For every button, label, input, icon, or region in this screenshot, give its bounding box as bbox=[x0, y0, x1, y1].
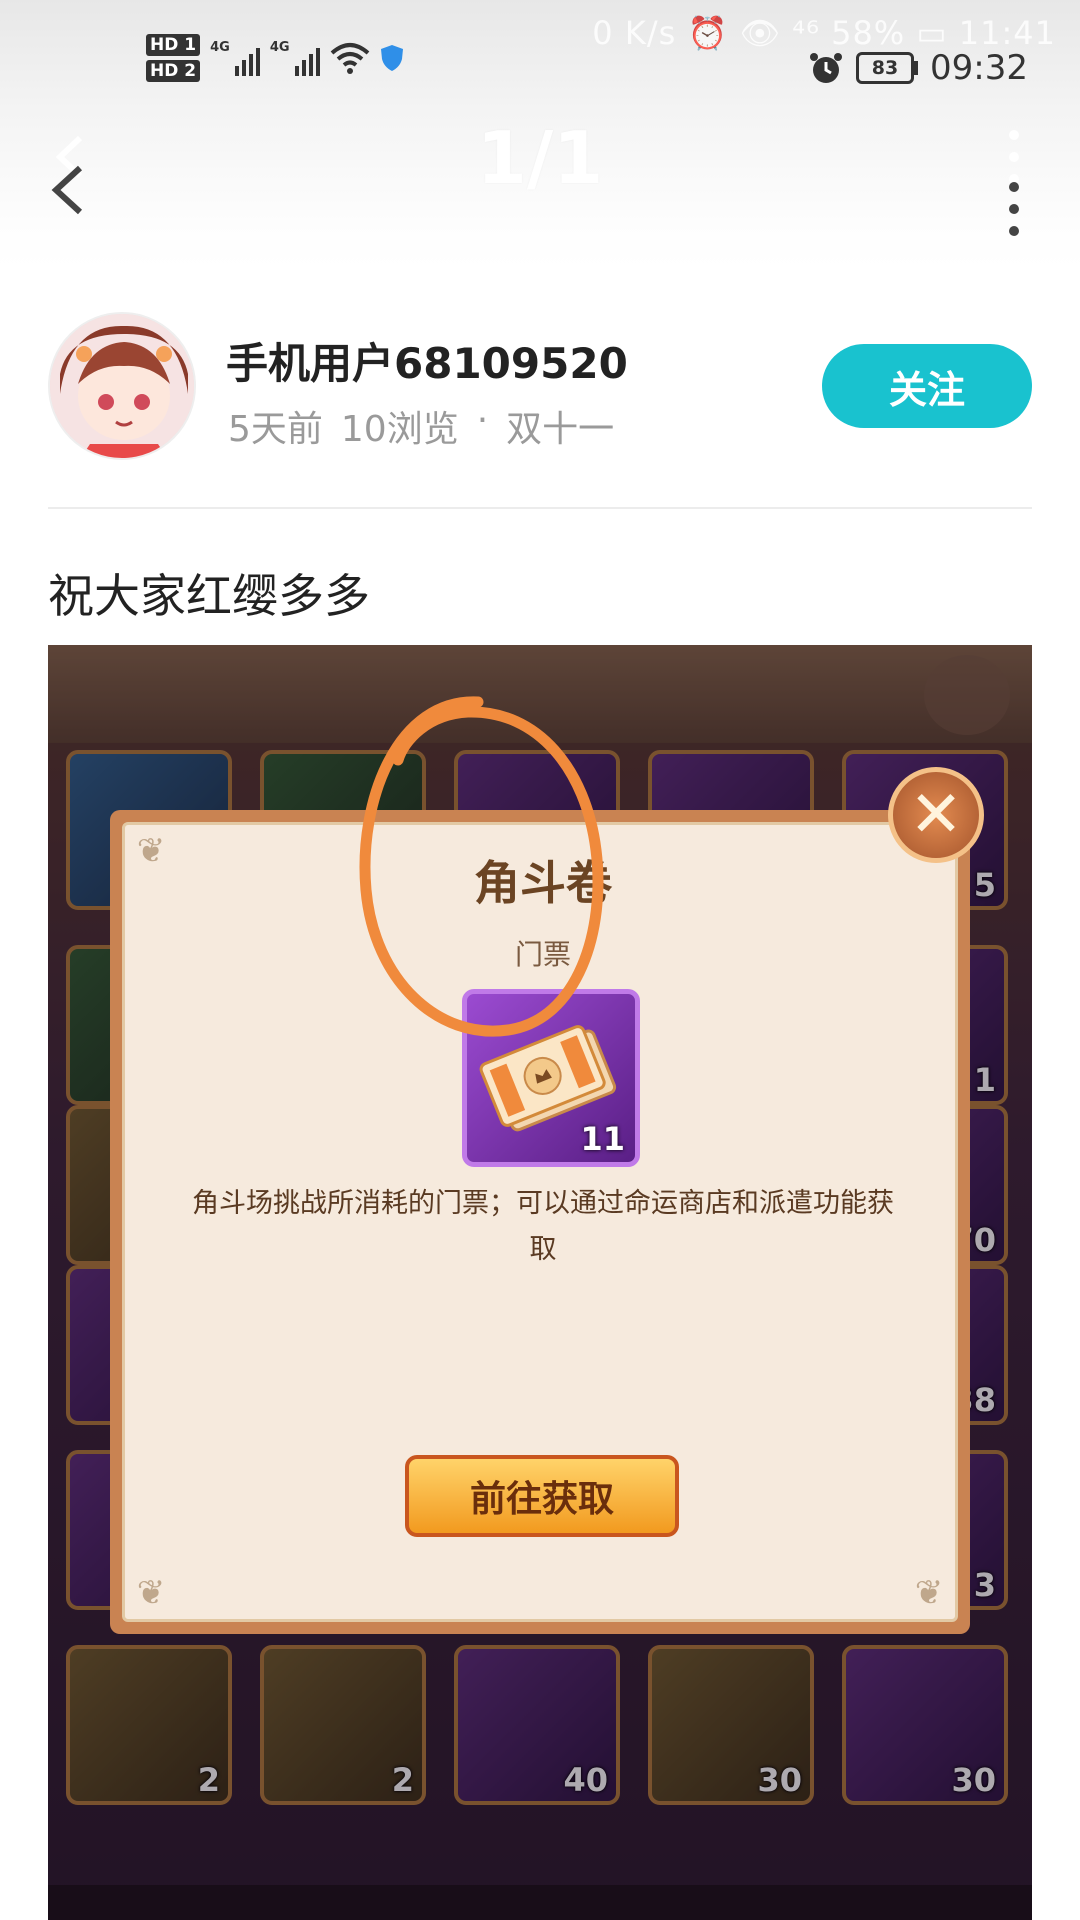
username[interactable]: 手机用户68109520 bbox=[226, 330, 628, 391]
item-count: 11 bbox=[580, 1120, 625, 1158]
status-right: 83 09:32 bbox=[808, 48, 1028, 88]
hd1-badge: HD 1 bbox=[146, 34, 201, 56]
description-line-1: 角斗场挑战所消耗的门票；可以通过命运商店和派遣功能获 bbox=[192, 1188, 894, 1219]
battery-icon: 83 bbox=[856, 52, 919, 84]
hd-tags: HD 1 HD 2 bbox=[146, 34, 201, 82]
corner-ornament-icon: ❦ bbox=[136, 1573, 166, 1613]
go-obtain-button[interactable]: 前往获取 bbox=[405, 1455, 679, 1537]
status-ghost-text: 0 K/s ⏰ 👁 ⁴⁶ 58% ▭ 11:41 bbox=[592, 14, 1056, 52]
avatar[interactable] bbox=[48, 312, 196, 460]
status-time: 09:32 bbox=[930, 48, 1028, 88]
view-count: 10浏览 bbox=[340, 409, 459, 450]
page-indicator: 1/1 bbox=[476, 116, 604, 200]
post-image[interactable]: 5 1 70 38 3 2 2 40 30 30 ❦ ❦ ❦ 角斗卷 门票 11… bbox=[48, 645, 1032, 1920]
network-label-1: 4G bbox=[210, 40, 230, 55]
network-label-2: 4G bbox=[269, 40, 290, 55]
time-ago: 5天前 bbox=[228, 409, 323, 450]
corner-ornament-icon: ❦ bbox=[914, 1573, 944, 1613]
status-left: HD 1 HD 2 4G 4G bbox=[146, 34, 404, 82]
follow-button[interactable]: 关注 bbox=[822, 344, 1032, 428]
meta-separator: · bbox=[476, 400, 489, 441]
more-button[interactable] bbox=[998, 150, 1028, 250]
nav-bar: 1/1 bbox=[0, 110, 1080, 270]
signal-icon-2: 4G bbox=[270, 40, 320, 76]
battery-level: 83 bbox=[856, 52, 915, 84]
annotation-circle bbox=[359, 696, 604, 1037]
description-line-2: 取 bbox=[529, 1234, 557, 1265]
hd2-badge: HD 2 bbox=[146, 60, 201, 82]
signal-icon-1: 4G bbox=[210, 40, 260, 76]
status-bar: HD 1 HD 2 4G 4G 0 K/s ⏰ 👁 ⁴⁶ 58% ▭ 11:41 bbox=[0, 0, 1080, 110]
close-icon[interactable]: ✕ bbox=[888, 767, 984, 863]
post-title: 祝大家红缨多多 bbox=[48, 569, 370, 623]
post-meta: 5天前 10浏览 · 双十一 bbox=[228, 400, 614, 452]
shield-icon bbox=[380, 45, 403, 71]
avatar-image bbox=[50, 314, 194, 458]
topic-tag[interactable]: 双十一 bbox=[506, 400, 614, 452]
screen: HD 1 HD 2 4G 4G 0 K/s ⏰ 👁 ⁴⁶ 58% ▭ 11:41 bbox=[0, 0, 1080, 1920]
alarm-icon bbox=[810, 53, 843, 83]
divider bbox=[48, 507, 1032, 509]
wifi-icon bbox=[330, 43, 369, 74]
item-description: 角斗场挑战所消耗的门票；可以通过命运商店和派遣功能获 取 bbox=[155, 1181, 931, 1273]
